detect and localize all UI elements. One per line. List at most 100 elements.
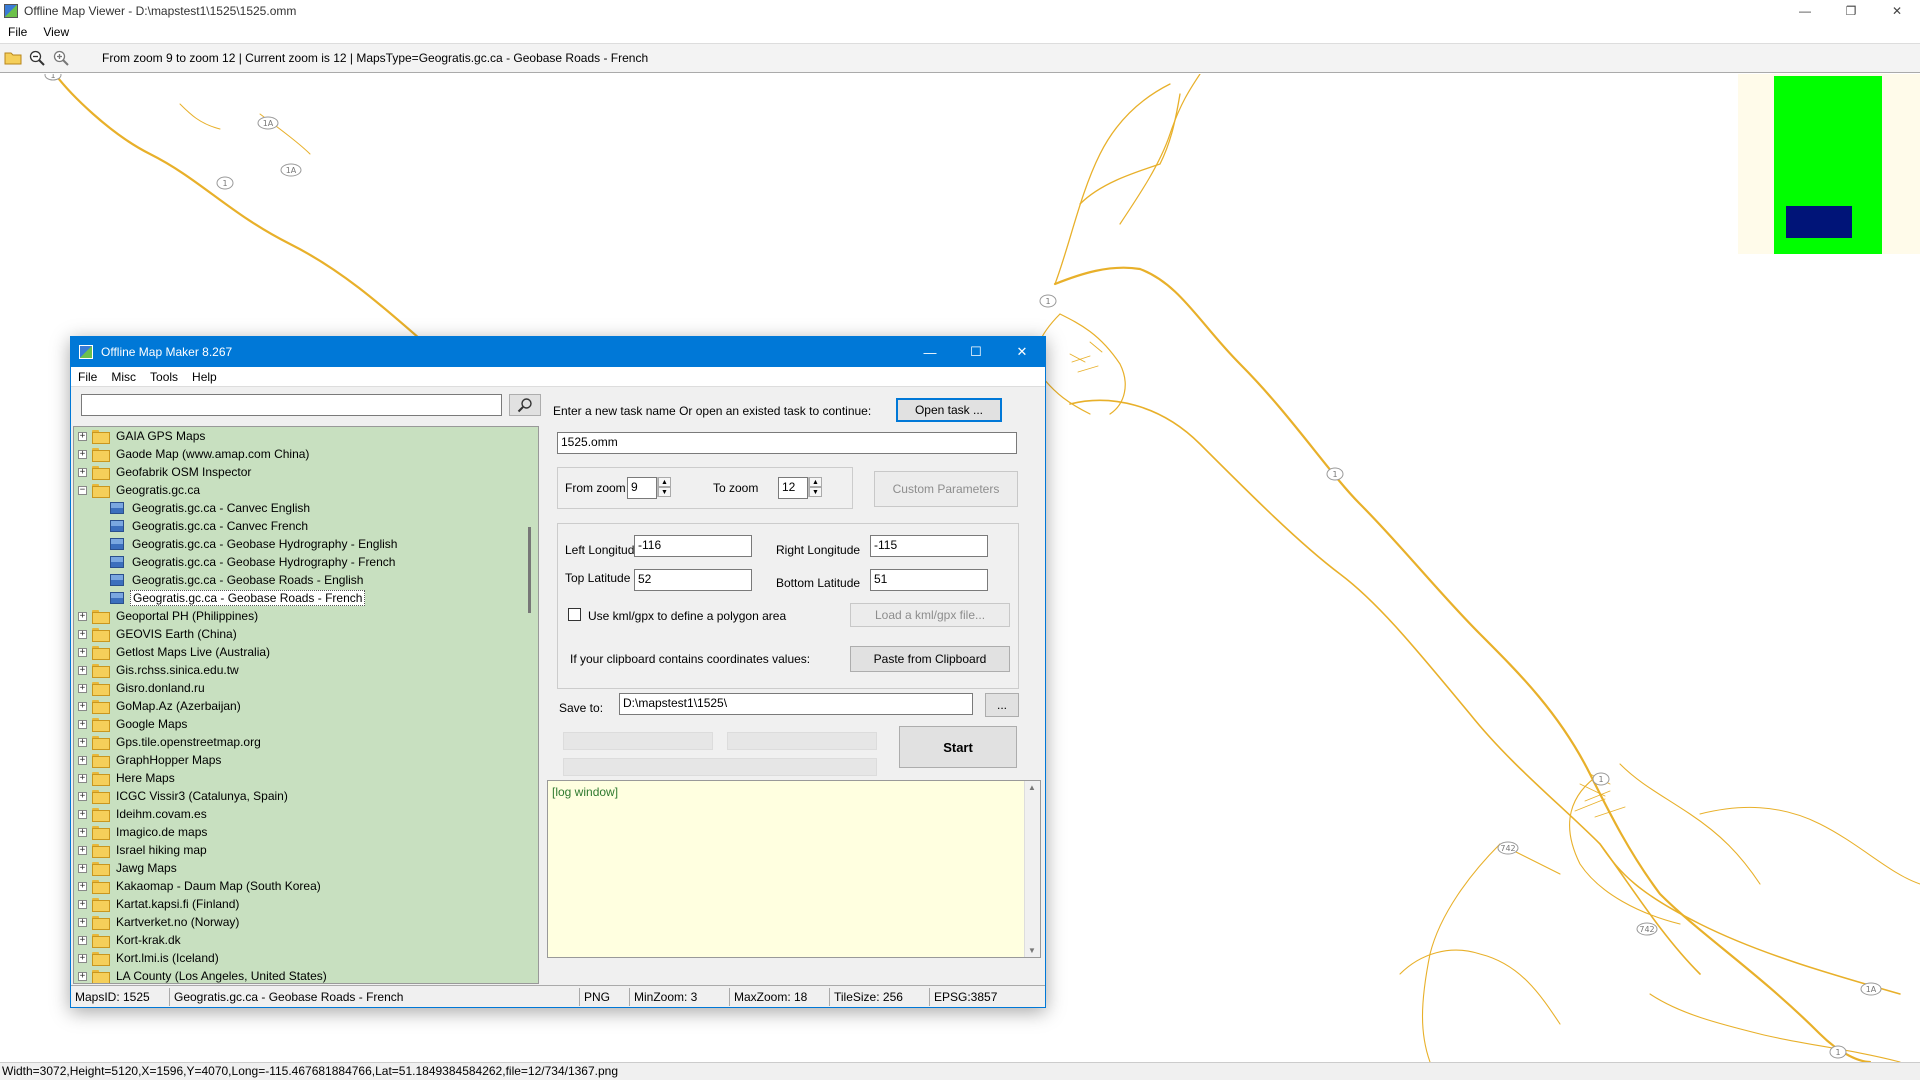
menu-help[interactable]: Help bbox=[185, 370, 224, 384]
tree-item[interactable]: + Kartverket.no (Norway) bbox=[74, 913, 538, 931]
tree-child-item[interactable]: Geogratis.gc.ca - Canvec French bbox=[74, 517, 538, 535]
tree-item[interactable]: + Kort.lmi.is (Iceland) bbox=[74, 949, 538, 967]
tree-item[interactable]: + Gps.tile.openstreetmap.org bbox=[74, 733, 538, 751]
tree-item[interactable]: + Gisro.donland.ru bbox=[74, 679, 538, 697]
task-name-input[interactable]: 1525.omm bbox=[557, 432, 1017, 454]
paste-from-clipboard-button[interactable]: Paste from Clipboard bbox=[850, 646, 1010, 672]
to-zoom-stepper[interactable]: ▲ ▼ bbox=[808, 477, 822, 497]
save-to-input[interactable]: D:\mapstest1\1525\ bbox=[619, 693, 973, 715]
expand-icon[interactable]: + bbox=[78, 719, 87, 729]
search-button[interactable] bbox=[509, 394, 541, 416]
expand-icon[interactable]: + bbox=[78, 467, 87, 477]
load-kml-button[interactable]: Load a kml/gpx file... bbox=[850, 603, 1010, 627]
start-button[interactable]: Start bbox=[899, 726, 1017, 768]
from-zoom-input[interactable]: 9 bbox=[627, 477, 657, 499]
from-zoom-stepper[interactable]: ▲ ▼ bbox=[657, 477, 671, 497]
expand-icon[interactable]: + bbox=[78, 755, 87, 765]
minimize-icon[interactable]: — bbox=[1782, 0, 1828, 22]
expand-icon[interactable]: + bbox=[78, 449, 87, 459]
tree-item[interactable]: + GAIA GPS Maps bbox=[74, 427, 538, 445]
spin-up-icon[interactable]: ▲ bbox=[658, 477, 671, 487]
menu-file[interactable]: File bbox=[71, 370, 104, 384]
kml-polygon-checkbox[interactable] bbox=[568, 608, 581, 621]
tree-child-item[interactable]: Geogratis.gc.ca - Geobase Roads - French bbox=[74, 589, 538, 607]
spin-down-icon[interactable]: ▼ bbox=[809, 487, 822, 497]
tree-child-item[interactable]: Geogratis.gc.ca - Geobase Hydrography - … bbox=[74, 535, 538, 553]
tree-scrollbar-thumb[interactable] bbox=[528, 527, 531, 613]
open-task-button[interactable]: Open task ... bbox=[896, 398, 1002, 422]
tree-item[interactable]: + Geofabrik OSM Inspector bbox=[74, 463, 538, 481]
tree-child-item[interactable]: Geogratis.gc.ca - Geobase Hydrography - … bbox=[74, 553, 538, 571]
tree-item[interactable]: + ICGC Vissir3 (Catalunya, Spain) bbox=[74, 787, 538, 805]
expand-icon[interactable]: + bbox=[78, 773, 87, 783]
zoom-out-icon[interactable] bbox=[26, 47, 48, 69]
expand-icon[interactable]: + bbox=[78, 953, 87, 963]
spin-down-icon[interactable]: ▼ bbox=[658, 487, 671, 497]
tree-item[interactable]: + Kartat.kapsi.fi (Finland) bbox=[74, 895, 538, 913]
tree-item[interactable]: + Getlost Maps Live (Australia) bbox=[74, 643, 538, 661]
tree-item[interactable]: + GEOVIS Earth (China) bbox=[74, 625, 538, 643]
minimap[interactable] bbox=[1738, 74, 1920, 254]
dialog-close-icon[interactable]: ✕ bbox=[999, 337, 1045, 367]
tree-item[interactable]: + Here Maps bbox=[74, 769, 538, 787]
tree-child-item[interactable]: Geogratis.gc.ca - Canvec English bbox=[74, 499, 538, 517]
viewer-menu-file[interactable]: File bbox=[0, 25, 35, 39]
top-latitude-input[interactable]: 52 bbox=[634, 569, 752, 591]
expand-icon[interactable]: + bbox=[78, 935, 87, 945]
search-input[interactable] bbox=[81, 394, 502, 416]
zoom-in-icon[interactable] bbox=[50, 47, 72, 69]
tree-scrollbar[interactable] bbox=[522, 427, 538, 983]
right-longitude-input[interactable]: -115 bbox=[870, 535, 988, 557]
tree-child-item[interactable]: Geogratis.gc.ca - Geobase Roads - Englis… bbox=[74, 571, 538, 589]
close-icon[interactable]: ✕ bbox=[1874, 0, 1920, 22]
expand-icon[interactable]: + bbox=[78, 827, 87, 837]
tree-item[interactable]: + Gis.rchss.sinica.edu.tw bbox=[74, 661, 538, 679]
tree-item[interactable]: + LA County (Los Angeles, United States) bbox=[74, 967, 538, 983]
expand-icon[interactable]: + bbox=[78, 881, 87, 891]
expand-icon[interactable]: + bbox=[78, 611, 87, 621]
tree-item[interactable]: + Gaode Map (www.amap.com China) bbox=[74, 445, 538, 463]
dialog-maximize-icon[interactable]: ☐ bbox=[953, 337, 999, 367]
expand-icon[interactable]: + bbox=[78, 737, 87, 747]
open-folder-icon[interactable] bbox=[2, 47, 24, 69]
dialog-minimize-icon[interactable]: — bbox=[907, 337, 953, 367]
tree-item[interactable]: + Ideihm.covam.es bbox=[74, 805, 538, 823]
map-source-tree[interactable]: + GAIA GPS Maps + Gaode Map (www.amap.com C… bbox=[73, 426, 539, 984]
expand-icon[interactable]: + bbox=[78, 809, 87, 819]
expand-icon[interactable]: + bbox=[78, 917, 87, 927]
browse-button[interactable]: ... bbox=[985, 693, 1019, 717]
expand-icon[interactable]: + bbox=[78, 845, 87, 855]
expand-icon[interactable]: + bbox=[78, 863, 87, 873]
spin-up-icon[interactable]: ▲ bbox=[809, 477, 822, 487]
tree-item[interactable]: + Jawg Maps bbox=[74, 859, 538, 877]
log-window[interactable]: [log window] ▲ ▼ bbox=[547, 780, 1041, 958]
expand-icon[interactable]: + bbox=[78, 971, 87, 981]
tree-item[interactable]: + GraphHopper Maps bbox=[74, 751, 538, 769]
tree-item[interactable]: + Imagico.de maps bbox=[74, 823, 538, 841]
tree-item[interactable]: − Geogratis.gc.ca bbox=[74, 481, 538, 499]
left-longitude-input[interactable]: -116 bbox=[634, 535, 752, 557]
expand-icon[interactable]: + bbox=[78, 899, 87, 909]
restore-icon[interactable]: ❐ bbox=[1828, 0, 1874, 22]
custom-parameters-button[interactable]: Custom Parameters bbox=[874, 471, 1018, 507]
tree-item[interactable]: + Kakaomap - Daum Map (South Korea) bbox=[74, 877, 538, 895]
to-zoom-input[interactable]: 12 bbox=[778, 477, 808, 499]
minimap-viewport[interactable] bbox=[1786, 206, 1852, 238]
tree-item[interactable]: + Israel hiking map bbox=[74, 841, 538, 859]
expand-icon[interactable]: + bbox=[78, 431, 87, 441]
tree-item[interactable]: + Google Maps bbox=[74, 715, 538, 733]
expand-icon[interactable]: + bbox=[78, 647, 87, 657]
tree-item[interactable]: + Geoportal PH (Philippines) bbox=[74, 607, 538, 625]
log-scrollbar[interactable]: ▲ ▼ bbox=[1024, 781, 1040, 957]
collapse-icon[interactable]: − bbox=[78, 485, 87, 495]
menu-tools[interactable]: Tools bbox=[143, 370, 185, 384]
scroll-up-icon[interactable]: ▲ bbox=[1028, 783, 1036, 792]
menu-misc[interactable]: Misc bbox=[104, 370, 143, 384]
expand-icon[interactable]: + bbox=[78, 791, 87, 801]
tree-item[interactable]: + Kort-krak.dk bbox=[74, 931, 538, 949]
expand-icon[interactable]: + bbox=[78, 701, 87, 711]
bottom-latitude-input[interactable]: 51 bbox=[870, 569, 988, 591]
tree-item[interactable]: + GoMap.Az (Azerbaijan) bbox=[74, 697, 538, 715]
expand-icon[interactable]: + bbox=[78, 629, 87, 639]
expand-icon[interactable]: + bbox=[78, 665, 87, 675]
